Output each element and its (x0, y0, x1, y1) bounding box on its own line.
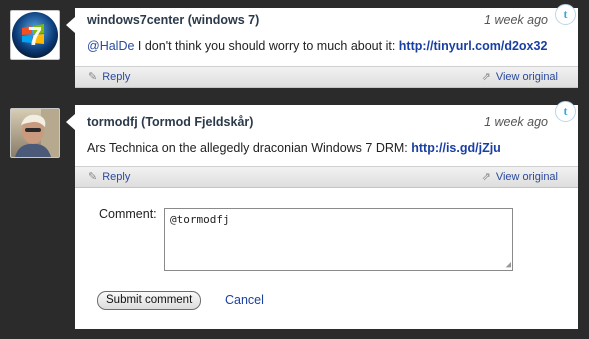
tweet-text: Ars Technica on the allegedly draconian … (87, 141, 566, 155)
reply-button[interactable]: ✎ Reply (88, 70, 130, 83)
tweet-body-text: Ars Technica on the allegedly draconian … (87, 141, 412, 155)
cancel-link[interactable]: Cancel (225, 293, 264, 307)
reply-label: Reply (102, 71, 131, 83)
bubble-notch (66, 114, 75, 130)
view-original-button[interactable]: ⇗ View original (482, 170, 558, 183)
tweet-link[interactable]: http://tinyurl.com/d2ox32 (399, 39, 548, 53)
view-original-label: View original (495, 71, 558, 83)
mention-link[interactable]: @HalDe (87, 39, 134, 53)
pencil-icon: ✎ (88, 71, 98, 83)
avatar[interactable] (10, 108, 60, 158)
user-photo-icon (11, 109, 59, 157)
tweet-text: @HalDe I don't think you should worry to… (87, 39, 566, 53)
reply-button[interactable]: ✎ Reply (88, 170, 130, 183)
view-original-label: View original (495, 171, 558, 183)
submit-comment-button[interactable]: Submit comment (97, 291, 202, 310)
twitter-icon: t (555, 4, 576, 25)
timestamp: 1 week ago (484, 13, 548, 27)
comment-value: @tormodfj (170, 213, 230, 226)
tweet-body-text: I don't think you should worry to much a… (134, 39, 399, 53)
tweet-header: tormodfj (Tormod Fjeldskår) 1 week ago (87, 115, 548, 131)
bubble-notch (66, 17, 75, 33)
tweet-actions: ✎ Reply ⇗ View original (75, 166, 578, 188)
timestamp: 1 week ago (484, 115, 548, 129)
twitter-icon: t (555, 101, 576, 122)
svg-text:7: 7 (28, 21, 42, 51)
tweet-link[interactable]: http://is.gd/jZju (411, 141, 501, 155)
external-link-icon: ⇗ (481, 71, 491, 83)
author-name[interactable]: windows7center (windows 7) (87, 13, 259, 27)
tweet-header: windows7center (windows 7) 1 week ago (87, 13, 548, 29)
comment-textarea[interactable]: @tormodfj ◢ (164, 208, 513, 271)
comment-label: Comment: (99, 207, 157, 221)
view-original-button[interactable]: ⇗ View original (482, 70, 558, 83)
resize-handle-icon[interactable]: ◢ (506, 260, 511, 270)
tweet-actions: ✎ Reply ⇗ View original (75, 66, 578, 88)
reply-label: Reply (102, 171, 131, 183)
windows-7-logo-icon: 7 (12, 12, 58, 58)
tweet-bubble: t tormodfj (Tormod Fjeldskår) 1 week ago… (66, 101, 578, 329)
tweet-bubble: t windows7center (windows 7) 1 week ago … (66, 4, 578, 88)
author-name[interactable]: tormodfj (Tormod Fjeldskår) (87, 115, 253, 129)
pencil-icon: ✎ (88, 171, 98, 183)
avatar[interactable]: 7 (10, 10, 60, 60)
external-link-icon: ⇗ (481, 171, 491, 183)
